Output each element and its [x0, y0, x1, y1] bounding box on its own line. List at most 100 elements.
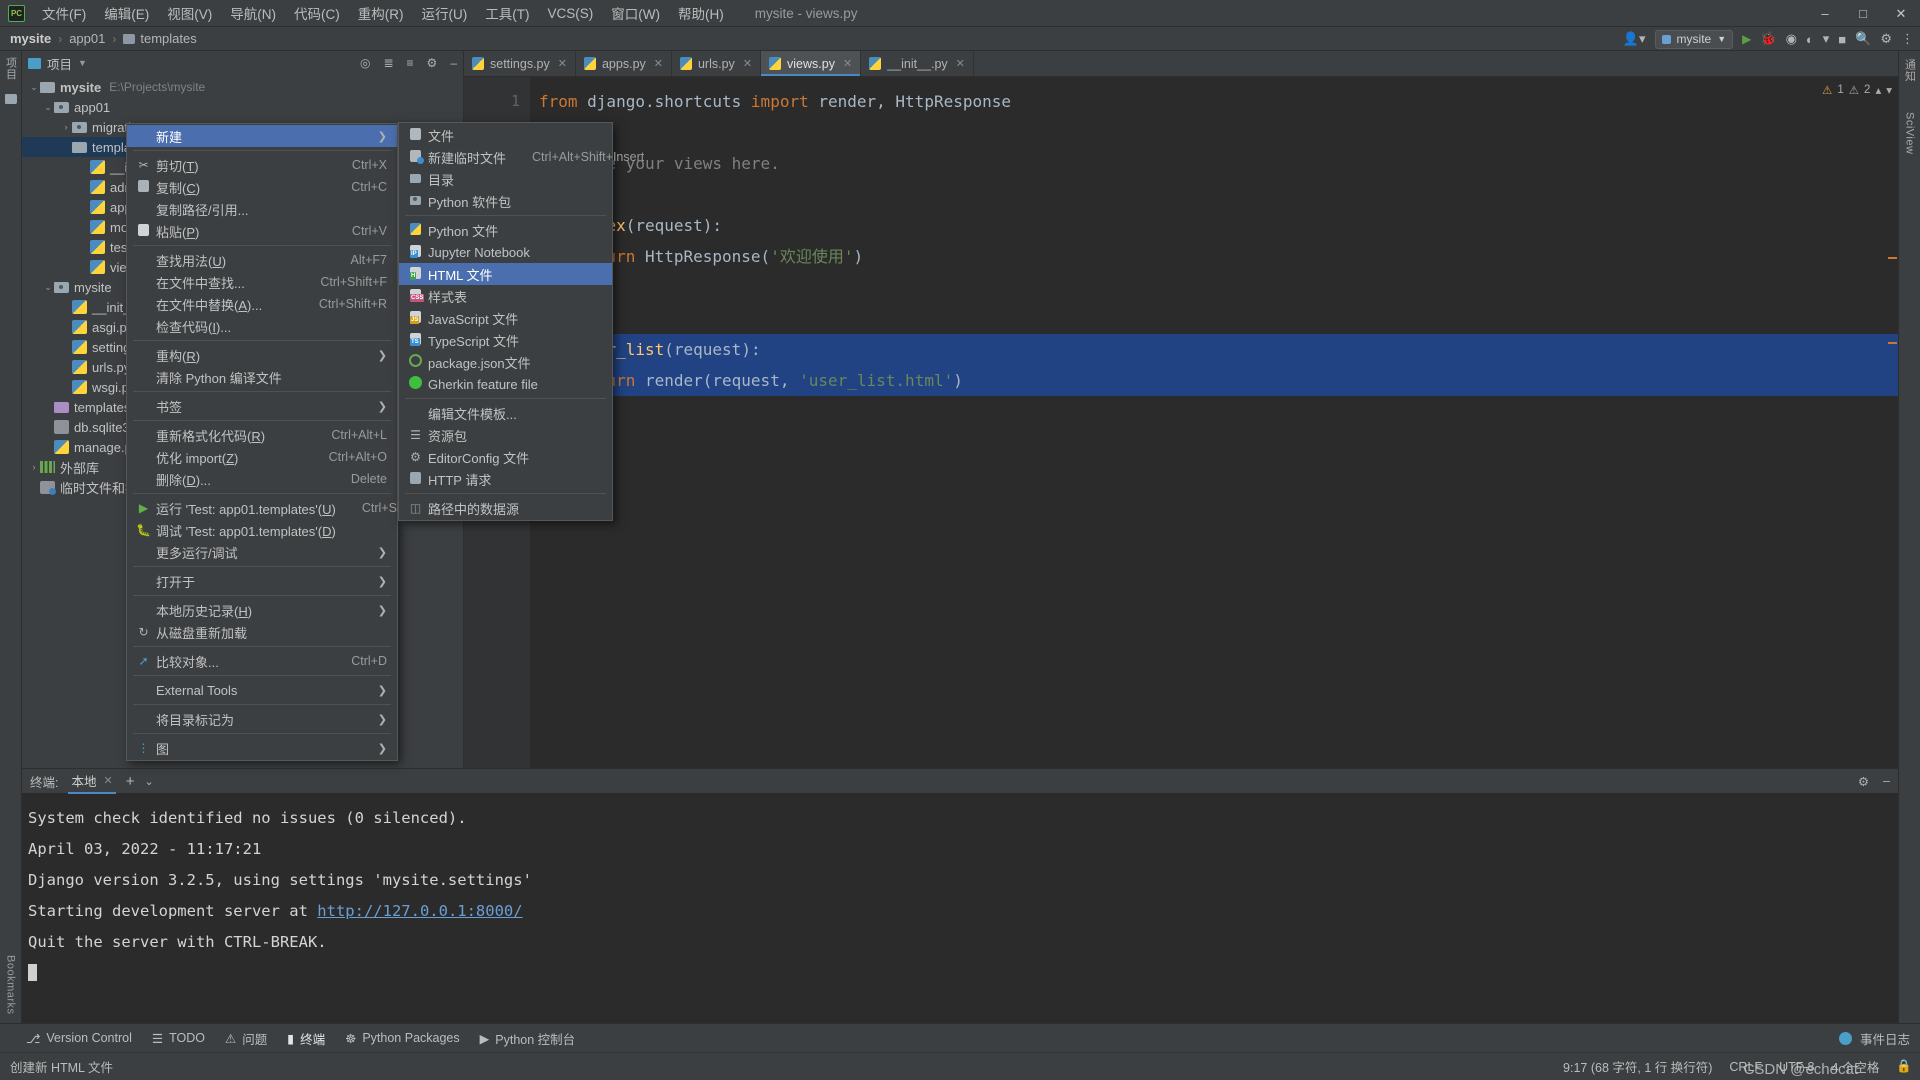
terminal-output[interactable]: System check identified no issues (0 sil… [22, 793, 1898, 1023]
terminal-tab-local[interactable]: 本地 ✕ [68, 768, 116, 794]
code-line[interactable] [539, 117, 1898, 148]
locate-icon[interactable]: ◎ [360, 56, 370, 70]
tool-window-problems[interactable]: ⚠ 问题 [225, 1029, 267, 1048]
menu-item-edit[interactable]: 编辑(E) [95, 0, 158, 26]
menu-item-查找用法U[interactable]: 查找用法(U) Alt+F7 [127, 249, 397, 271]
menu-item-打开于[interactable]: 打开于 ❯ [127, 570, 397, 592]
sidebar-tab-notifications[interactable]: 通知 [1902, 59, 1918, 82]
menu-item-JavaScript文件[interactable]: JS JavaScript 文件 [399, 307, 612, 329]
menu-item-HTML文件[interactable]: H HTML 文件 [399, 263, 612, 285]
menu-item-EditorConfig文件[interactable]: ⚙ EditorConfig 文件 [399, 446, 612, 468]
menu-item-重新格式化代码R[interactable]: 重新格式化代码(R) Ctrl+Alt+L [127, 424, 397, 446]
menu-item-文件[interactable]: 文件 [399, 124, 612, 146]
chevron-down-icon[interactable]: ⌄ [144, 775, 153, 788]
event-log-button[interactable]: 事件日志 [1838, 1029, 1910, 1048]
close-icon[interactable]: ✕ [743, 57, 752, 70]
menu-item-比较对象[interactable]: ➚ 比较对象... Ctrl+D [127, 650, 397, 672]
tool-window-python-console[interactable]: ▶ Python 控制台 [480, 1029, 576, 1048]
menu-item-本地历史记录H[interactable]: 本地历史记录(H) ❯ [127, 599, 397, 621]
search-icon[interactable]: 🔍 [1855, 31, 1871, 47]
breadcrumb-item-mysite[interactable]: mysite [10, 31, 51, 46]
minimize-icon[interactable]: – [1883, 774, 1890, 789]
menu-item-目录[interactable]: 目录 [399, 168, 612, 190]
menu-item-refactor[interactable]: 重构(R) [349, 0, 413, 26]
sidebar-tab-bookmarks[interactable]: Bookmarks [5, 955, 17, 1015]
run-configuration-selector[interactable]: mysite ▼ [1654, 29, 1734, 49]
code-line[interactable] [539, 303, 1898, 334]
menu-item-将目录标记为[interactable]: 将目录标记为 ❯ [127, 708, 397, 730]
expand-arrow-icon[interactable]: ⌄ [42, 282, 54, 293]
gear-icon[interactable]: ⚙ [1858, 774, 1869, 789]
close-icon[interactable]: ✕ [558, 57, 567, 70]
editor-tab-viewspy[interactable]: views.py ✕ [761, 51, 862, 76]
menu-item-packagejson文件[interactable]: package.json文件 [399, 351, 612, 373]
code-line[interactable]: from django.shortcuts import render, Htt… [539, 86, 1898, 117]
code-line[interactable]: return HttpResponse('欢迎使用') [539, 241, 1898, 272]
inspection-widget[interactable]: ⚠ 1 ⚠ 2 ▴ ▾ [1822, 83, 1892, 97]
breadcrumb-item-app01[interactable]: app01 [69, 31, 105, 46]
close-button[interactable]: ✕ [1882, 0, 1920, 27]
menu-item-在文件中替换A[interactable]: 在文件中替换(A)... Ctrl+Shift+R [127, 293, 397, 315]
menu-item-检查代码I[interactable]: 检查代码(I)... [127, 315, 397, 337]
menu-item-删除D[interactable]: 删除(D)... Delete [127, 468, 397, 490]
menu-item-code[interactable]: 代码(C) [285, 0, 349, 26]
coverage-button[interactable]: ◐ [1806, 32, 1814, 47]
stop-button[interactable]: ■ [1838, 32, 1846, 47]
menu-item-新建[interactable]: 新建 ❯ [127, 125, 397, 147]
menu-item-window[interactable]: 窗口(W) [602, 0, 669, 26]
tool-window-python-packages[interactable]: ☸ Python Packages [345, 1031, 460, 1046]
new-file-submenu[interactable]: 文件 新建临时文件 Ctrl+Alt+Shift+Insert 目录 Python 软件… [398, 122, 644, 521]
server-url-link[interactable]: http://127.0.0.1:8000/ [317, 902, 522, 920]
menu-item-在文件中查找[interactable]: 在文件中查找... Ctrl+Shift+F [127, 271, 397, 293]
menu-item-JupyterNotebook[interactable]: IP Jupyter Notebook [399, 241, 612, 263]
next-problem-icon[interactable]: ▾ [1886, 83, 1892, 97]
chevron-down-icon[interactable]: ▼ [78, 58, 87, 68]
menu-item-样式表[interactable]: CSS 样式表 [399, 285, 612, 307]
expand-arrow-icon[interactable]: ⌄ [28, 82, 40, 93]
menu-item-help[interactable]: 帮助(H) [669, 0, 733, 26]
menu-item-剪切T[interactable]: ✂ 剪切(T) Ctrl+X [127, 154, 397, 176]
menu-item-从磁盘重新加载[interactable]: ↻ 从磁盘重新加载 [127, 621, 397, 643]
maximize-button[interactable]: □ [1844, 0, 1882, 27]
expand-arrow-icon[interactable]: › [60, 122, 72, 132]
more-run-button[interactable]: ▾ [1823, 31, 1830, 47]
tool-window-terminal[interactable]: ▮ 终端 [287, 1029, 325, 1048]
tree-item-mysite[interactable]: ⌄ mysite E:\Projects\mysite [22, 77, 463, 97]
run-button[interactable]: ▶ [1742, 32, 1751, 46]
prev-problem-icon[interactable]: ▴ [1875, 83, 1881, 97]
collapse-all-icon[interactable]: ≡ [407, 56, 414, 70]
menu-item-重构R[interactable]: 重构(R) ❯ [127, 344, 397, 366]
expand-all-icon[interactable]: ≣ [383, 56, 393, 70]
menu-item-tools[interactable]: 工具(T) [476, 0, 538, 26]
close-icon[interactable]: ✕ [654, 57, 663, 70]
menu-item-调试Testapp01templatesD[interactable]: 🐛 调试 'Test: app01.templates'(D) [127, 519, 397, 541]
menu-item-复制路径引用[interactable]: 复制路径/引用... [127, 198, 397, 220]
debug-button[interactable]: 🐞 [1760, 31, 1776, 47]
code-line[interactable]: return render(request, 'user_list.html') [539, 365, 1898, 396]
gear-icon[interactable]: ⚙ [1880, 31, 1892, 47]
code-line[interactable]: # Create your views here. [539, 148, 1898, 179]
menu-item-navigate[interactable]: 导航(N) [221, 0, 285, 26]
editor-tab-urlspy[interactable]: urls.py ✕ [672, 51, 762, 76]
tool-window-version-control[interactable]: ⎇ Version Control [26, 1031, 132, 1046]
menu-item-清除Python编译文件[interactable]: 清除 Python 编译文件 [127, 366, 397, 388]
context-menu[interactable]: 新建 ❯ ✂ 剪切(T) Ctrl+X 复制(C) Ctrl+C 复制路径/引用... 粘贴(P… [126, 123, 443, 761]
editor-tab-settingspy[interactable]: settings.py ✕ [464, 51, 576, 76]
hide-icon[interactable]: – [450, 56, 457, 70]
caret-position[interactable]: 9:17 (68 字符, 1 行 换行符) [1563, 1057, 1712, 1076]
menu-item-路径中的数据源[interactable]: ◫ 路径中的数据源 [399, 497, 612, 519]
menu-item-资源包[interactable]: ☰ 资源包 [399, 424, 612, 446]
menu-item-file[interactable]: 文件(F) [33, 0, 95, 26]
more-icon[interactable]: ⋮ [1901, 31, 1914, 47]
code-line[interactable]: def index(request): [539, 210, 1898, 241]
close-icon[interactable]: ✕ [956, 57, 965, 70]
menu-item-ExternalTools[interactable]: External Tools ❯ [127, 679, 397, 701]
menu-item-运行Testapp01templatesU[interactable]: ▶运行 'Test: app01.templates'(U)Ctrl+Shift… [127, 497, 443, 519]
menu-item-复制C[interactable]: 复制(C) Ctrl+C [127, 176, 397, 198]
close-icon[interactable]: ✕ [843, 57, 852, 70]
structure-icon[interactable] [4, 94, 17, 104]
editor-tab-appspy[interactable]: apps.py ✕ [576, 51, 672, 76]
code-line[interactable]: def user_list(request): [539, 334, 1898, 365]
menu-item-更多运行调试[interactable]: 更多运行/调试 ❯ [127, 541, 397, 563]
menu-item-Gherkinfeaturefile[interactable]: Gherkin feature file [399, 373, 612, 395]
